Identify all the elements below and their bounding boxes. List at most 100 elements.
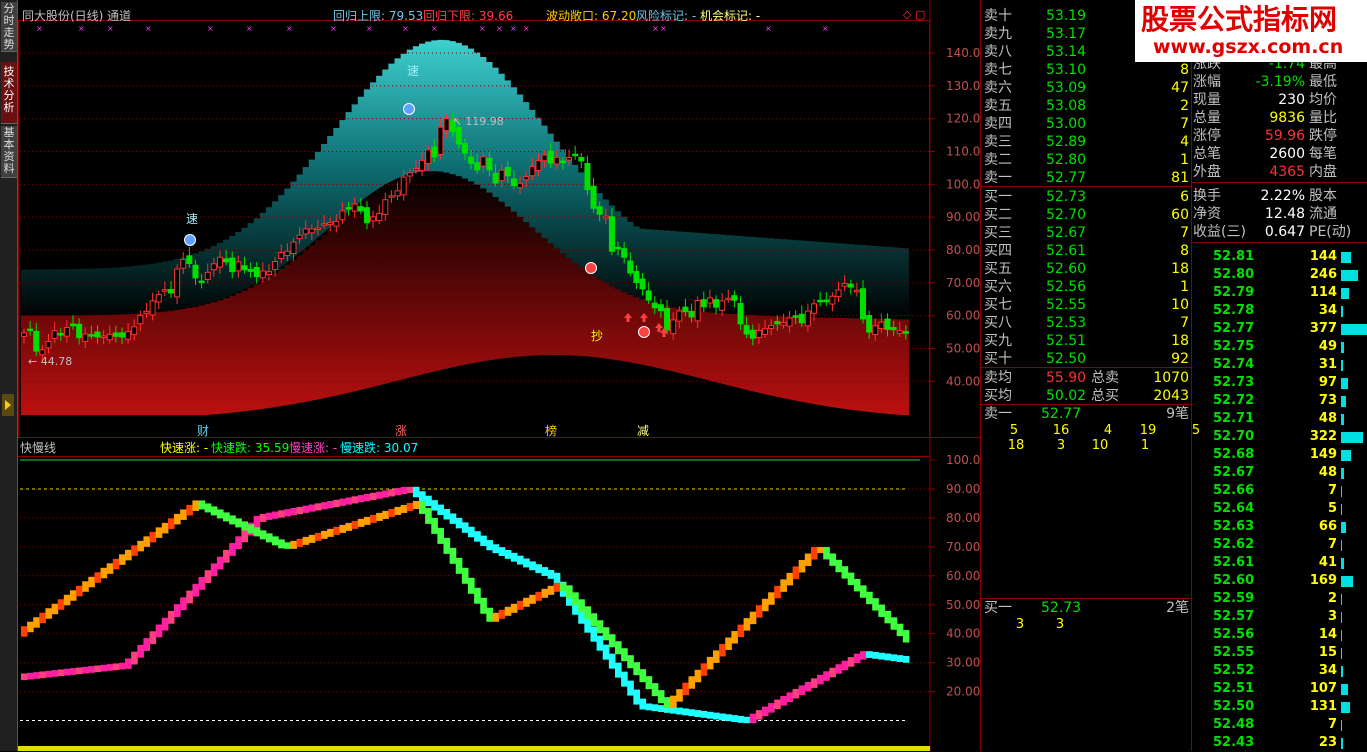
ask-level-row[interactable]: 卖七 53.10 8 <box>981 61 1189 79</box>
slow-line-segment <box>278 510 285 518</box>
stat-label: PE(动) <box>1309 224 1352 240</box>
fast-line-segment <box>357 518 365 527</box>
kline-chart-area[interactable]: 140.0 130.0 120.0 110.0 100.0 90.00 80.00 70.00… <box>0 0 980 751</box>
ask-volume: 1 <box>1180 152 1189 168</box>
slow-line-segment <box>829 667 836 678</box>
ask-level-row[interactable]: 卖四 53.00 7 <box>981 115 1189 133</box>
stat-label: 流通 <box>1309 206 1337 222</box>
stat-label: 涨停 <box>1193 128 1221 144</box>
candle-body <box>719 300 726 311</box>
ask-level-row[interactable]: 卖一 52.77 81 <box>981 169 1189 187</box>
tick-price: 52.55 <box>1213 645 1255 660</box>
fast-line-segment <box>749 611 757 625</box>
candle-body <box>639 278 646 290</box>
tick-volume: 144 <box>1309 249 1337 264</box>
bid-level-row[interactable]: 买二 52.70 60 <box>981 206 1189 224</box>
candle-body <box>137 314 144 325</box>
candle-body <box>725 297 732 301</box>
candle-body <box>314 227 321 230</box>
indicator-title: 快慢线 <box>20 441 57 455</box>
fast-line-segment <box>20 626 28 637</box>
bid-level-row[interactable]: 买十 52.50 92 <box>981 350 1189 368</box>
stat-label: 内盘 <box>1309 164 1337 180</box>
stat-label: 最低 <box>1309 74 1337 90</box>
fast-line-segment <box>106 563 114 574</box>
slow-line-segment <box>161 617 169 631</box>
tick-volume: 169 <box>1309 573 1337 588</box>
stat-label: 现量 <box>1193 92 1221 108</box>
bid-level-row[interactable]: 买七 52.55 10 <box>981 296 1189 314</box>
tick-price: 52.63 <box>1213 519 1255 534</box>
stat-value: 4365 <box>1269 164 1305 180</box>
fast-line-segment <box>333 526 340 535</box>
fast-line-segment <box>504 606 512 616</box>
bid-volume: 7 <box>1180 315 1189 331</box>
candle-body <box>412 168 419 171</box>
chart-options-icon[interactable]: ◇ ▢ <box>903 8 925 22</box>
candle-body <box>284 250 291 257</box>
slow-line-segment <box>645 703 653 711</box>
bid-level-row[interactable]: 买五 52.60 18 <box>981 260 1189 278</box>
ask-level-row[interactable]: 卖五 53.08 2 <box>981 97 1189 115</box>
slow-line-segment <box>651 704 659 712</box>
slow-line-segment <box>125 658 132 669</box>
tick-volume: 31 <box>1318 357 1337 372</box>
fast-line-segment <box>216 509 224 519</box>
candle-body <box>468 156 475 164</box>
bid-level-row[interactable]: 买三 52.67 7 <box>981 224 1189 242</box>
fast-line-segment <box>437 527 445 544</box>
candle-body <box>535 160 542 171</box>
bid-level-row[interactable]: 买九 52.51 18 <box>981 332 1189 350</box>
ask-price: 53.10 <box>1046 62 1087 78</box>
bid-level-row[interactable]: 买一 52.73 6 <box>981 188 1189 206</box>
signal-x-marker: × <box>286 24 293 33</box>
candle-body <box>553 156 560 165</box>
slow-line-segment <box>106 664 114 671</box>
fast-line-segment <box>455 557 463 574</box>
fast-line-segment <box>614 641 622 655</box>
fast-line-segment <box>253 527 261 537</box>
slow-line-segment <box>859 651 867 660</box>
candle-body <box>615 246 622 250</box>
signal-x-marker: × <box>330 24 337 33</box>
candle-body <box>786 317 793 327</box>
ask-level-row[interactable]: 卖二 52.80 1 <box>981 151 1189 169</box>
signal-x-marker: × <box>145 24 152 33</box>
stat-label: 净资 <box>1193 206 1221 222</box>
queue-price: 52.73 <box>1041 600 1082 616</box>
bid-level-row[interactable]: 买六 52.56 1 <box>981 278 1189 296</box>
tick-price: 52.57 <box>1213 609 1255 624</box>
ask-level-row[interactable]: 卖三 52.89 4 <box>981 133 1189 151</box>
slow-line-segment <box>774 699 781 710</box>
ask-volume: 4 <box>1180 134 1189 150</box>
bid-level-row[interactable]: 买四 52.61 8 <box>981 242 1189 260</box>
fast-line-segment <box>327 528 334 537</box>
stat-value: 59.96 <box>1264 128 1305 144</box>
ask-level-label: 卖一 <box>984 170 1012 186</box>
candle-body <box>241 265 248 271</box>
slow-line-segment <box>455 517 463 529</box>
candle-body <box>768 324 775 330</box>
slow-line-segment <box>878 652 885 660</box>
fast-line-segment <box>841 566 849 579</box>
candle-body <box>204 271 211 281</box>
slow-line-segment <box>394 488 402 496</box>
slow-line-segment <box>308 504 316 512</box>
signal-x-marker: × <box>652 24 659 33</box>
indicator-axis-tick: 70.00 <box>946 540 980 554</box>
tick-row: 52.81 144 <box>1193 248 1367 266</box>
candle-body <box>100 335 107 338</box>
bid-level-row[interactable]: 买八 52.53 7 <box>981 314 1189 332</box>
fast-line-segment <box>823 547 830 560</box>
bid-level-label: 买四 <box>984 243 1012 259</box>
bid-price: 52.60 <box>1046 261 1087 277</box>
fast-line-segment <box>651 683 659 697</box>
candle-body <box>713 299 720 308</box>
fast-line-segment <box>535 591 542 601</box>
indicator-axis-tick: 50.00 <box>946 598 980 612</box>
ask-level-row[interactable]: 卖六 53.09 47 <box>981 79 1189 97</box>
candle-body <box>480 156 487 167</box>
signal-x-marker: × <box>207 24 214 33</box>
slow-line-segment <box>443 509 451 520</box>
slow-line-segment <box>584 617 591 633</box>
